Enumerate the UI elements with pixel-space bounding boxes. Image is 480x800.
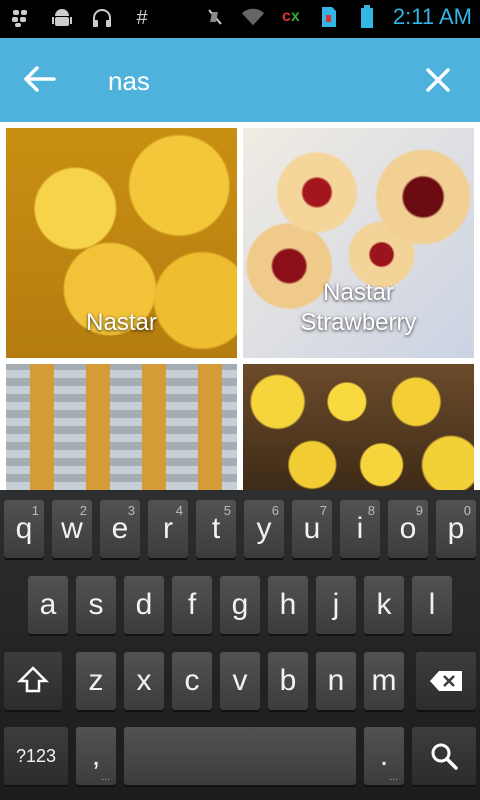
result-label: Nastar — [86, 309, 157, 336]
key-x[interactable]: x — [124, 652, 164, 710]
period-key[interactable]: .... — [364, 727, 404, 785]
key-label: r — [163, 512, 173, 545]
key-f[interactable]: f — [172, 576, 212, 634]
key-hint: 7 — [319, 503, 327, 518]
key-hint: 8 — [367, 503, 375, 518]
key-s[interactable]: s — [76, 576, 116, 634]
backspace-icon — [430, 671, 462, 691]
mute-icon — [203, 5, 227, 29]
key-label: s — [88, 588, 104, 621]
key-label: e — [111, 512, 129, 545]
key-a[interactable]: a — [28, 576, 68, 634]
key-w[interactable]: 2w — [52, 500, 92, 558]
key-hint: 0 — [463, 503, 471, 518]
result-tile[interactable] — [243, 364, 474, 490]
status-bar: # cx 2:11 AM — [0, 0, 480, 38]
key-q[interactable]: 1q — [4, 500, 44, 558]
key-label: x — [136, 664, 152, 697]
search-icon — [431, 743, 458, 770]
android-icon — [50, 6, 74, 30]
symbols-key[interactable]: ?123 — [4, 727, 68, 785]
results-grid: Nastar Nastar Strawberry — [0, 122, 480, 490]
clear-icon[interactable] — [422, 64, 458, 100]
key-e[interactable]: 3e — [100, 500, 140, 558]
result-tile[interactable]: Nastar — [6, 128, 237, 358]
key-l[interactable]: l — [412, 576, 452, 634]
result-tile[interactable] — [6, 364, 237, 490]
key-label: i — [356, 512, 364, 545]
key-label: u — [303, 512, 321, 545]
key-c[interactable]: c — [172, 652, 212, 710]
battery-icon — [355, 5, 379, 29]
key-hint: 2 — [79, 503, 87, 518]
key-label: p — [447, 512, 465, 545]
key-v[interactable]: v — [220, 652, 260, 710]
shift-key[interactable] — [4, 652, 62, 710]
key-b[interactable]: b — [268, 652, 308, 710]
shift-icon — [16, 666, 50, 693]
key-label: b — [279, 664, 297, 697]
status-time: 2:11 AM — [392, 4, 472, 29]
delete-key[interactable] — [416, 652, 476, 710]
key-z[interactable]: z — [76, 652, 116, 710]
key-label: m — [371, 664, 397, 697]
key-h[interactable]: h — [268, 576, 308, 634]
key-d[interactable]: d — [124, 576, 164, 634]
key-i[interactable]: 8i — [340, 500, 380, 558]
result-label: Nastar Strawberry — [300, 279, 417, 336]
cx-icon: cx — [282, 8, 300, 25]
result-tile[interactable]: Nastar Strawberry — [243, 128, 474, 358]
key-g[interactable]: g — [220, 576, 260, 634]
key-hint: 5 — [223, 503, 231, 518]
key-n[interactable]: n — [316, 652, 356, 710]
key-y[interactable]: 6y — [244, 500, 284, 558]
key-label: q — [15, 512, 33, 545]
search-key[interactable] — [412, 727, 476, 785]
key-label: l — [428, 588, 436, 621]
key-t[interactable]: 5t — [196, 500, 236, 558]
comma-label: , — [91, 739, 101, 772]
key-u[interactable]: 7u — [292, 500, 332, 558]
key-k[interactable]: k — [364, 576, 404, 634]
key-hint: 3 — [127, 503, 135, 518]
space-key[interactable] — [124, 727, 356, 785]
key-label: t — [211, 512, 221, 545]
key-hint: 4 — [175, 503, 183, 518]
key-j[interactable]: j — [316, 576, 356, 634]
key-label: v — [232, 664, 248, 697]
headset-icon — [90, 6, 114, 30]
key-label: k — [376, 588, 392, 621]
comma-key[interactable]: ,... — [76, 727, 116, 785]
key-label: a — [39, 588, 57, 621]
sim-icon — [317, 5, 341, 29]
wifi-icon — [241, 5, 265, 29]
key-label: n — [327, 664, 345, 697]
key-label: g — [231, 588, 249, 621]
key-p[interactable]: 0p — [436, 500, 476, 558]
back-arrow-icon[interactable] — [22, 64, 62, 96]
key-label: d — [135, 588, 153, 621]
key-hint: 1 — [31, 503, 39, 518]
bbm-icon — [10, 6, 34, 30]
period-label: . — [379, 739, 389, 772]
keyboard: ?123 ,... .... 1q2w3e4r5t6y7u8i9o0pasdfg… — [0, 490, 480, 800]
key-m[interactable]: m — [364, 652, 404, 710]
search-bar: nas — [0, 38, 480, 122]
key-label: h — [279, 588, 297, 621]
search-input[interactable]: nas — [108, 66, 150, 97]
key-label: f — [187, 588, 197, 621]
key-label: z — [88, 664, 104, 697]
key-o[interactable]: 9o — [388, 500, 428, 558]
key-label: c — [184, 664, 200, 697]
key-hint: 6 — [271, 503, 279, 518]
key-hint: 9 — [415, 503, 423, 518]
key-r[interactable]: 4r — [148, 500, 188, 558]
key-label: j — [332, 588, 340, 621]
key-label: y — [256, 512, 272, 545]
hash-icon: # — [136, 6, 148, 29]
key-label: o — [399, 512, 417, 545]
